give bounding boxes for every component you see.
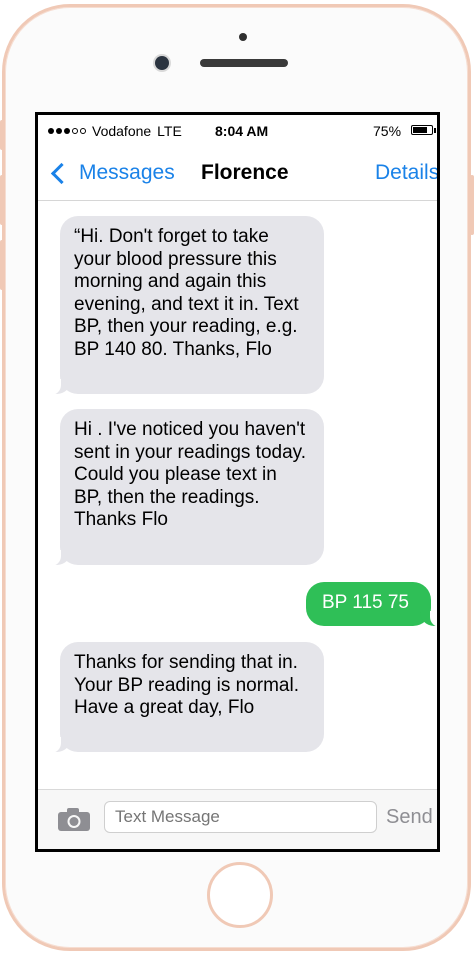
status-bar: Vodafone LTE 8:04 AM 75% — [38, 115, 437, 145]
battery-percent: 75% — [373, 123, 402, 139]
proximity-sensor — [239, 33, 247, 41]
message-outgoing[interactable]: BP 115 75 — [306, 582, 437, 627]
network-type: LTE — [157, 123, 182, 139]
message-incoming[interactable]: Hi . I've noticed you haven't sent in yo… — [48, 409, 324, 566]
back-label: Messages — [79, 161, 175, 184]
message-incoming[interactable]: “Hi. Don't forget to take your blood pre… — [48, 216, 324, 395]
volume-down-button — [0, 240, 4, 290]
back-button[interactable]: Messages — [50, 161, 175, 185]
phone-screen: Vodafone LTE 8:04 AM 75% Messages Floren… — [35, 112, 440, 852]
power-button — [470, 175, 474, 235]
conversation-title: Florence — [201, 161, 289, 184]
details-button[interactable]: Details — [375, 161, 437, 185]
battery-icon — [411, 125, 436, 135]
volume-up-button — [0, 175, 4, 225]
send-button[interactable]: Send — [386, 806, 433, 829]
message-incoming[interactable]: Thanks for sending that in. Your BP read… — [48, 642, 324, 753]
carrier-name: Vodafone — [92, 123, 152, 139]
signal-strength-icon — [48, 128, 86, 134]
mute-switch — [0, 120, 4, 150]
front-camera — [155, 56, 169, 70]
message-input[interactable] — [104, 801, 377, 833]
home-button[interactable] — [207, 862, 273, 928]
compose-bar: Send — [38, 789, 437, 849]
chevron-left-icon — [50, 162, 73, 184]
earpiece-speaker — [200, 59, 288, 67]
navigation-bar: Messages Florence Details — [38, 145, 437, 201]
camera-icon[interactable] — [57, 808, 91, 832]
status-time: 8:04 AM — [215, 123, 269, 139]
